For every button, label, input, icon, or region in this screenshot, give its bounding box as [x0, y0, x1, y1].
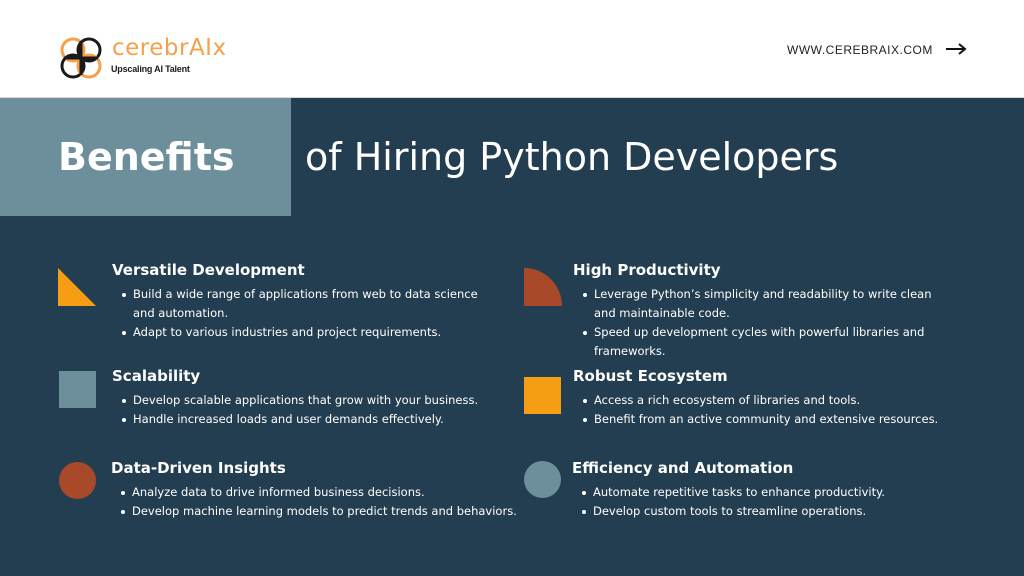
- feature-title: Efficiency and Automation: [572, 459, 794, 477]
- page-title-emphasis: Benefits: [58, 135, 235, 179]
- arrow-right-icon[interactable]: [945, 42, 967, 56]
- feature-title: Scalability: [112, 367, 201, 385]
- bullet-item: Leverage Python’s simplicity and readabi…: [573, 285, 954, 323]
- feature-bullets: Develop scalable applications that grow …: [112, 391, 512, 429]
- page-title: of Hiring Python Developers: [305, 135, 839, 179]
- feature-robust-ecosystem: Robust Ecosystem Access a rich ecosystem…: [573, 366, 993, 429]
- quarter-circle-icon: [524, 268, 562, 306]
- feature-title: Versatile Development: [112, 261, 305, 279]
- bullet-item: Access a rich ecosystem of libraries and…: [573, 391, 993, 410]
- bullet-item: Adapt to various industries and project …: [112, 323, 492, 342]
- feature-bullets: Automate repetitive tasks to enhance pro…: [572, 483, 992, 521]
- square-icon: [524, 377, 561, 414]
- triangle-icon: [58, 268, 96, 306]
- feature-bullets: Analyze data to drive informed business …: [111, 483, 531, 521]
- feature-versatile-development: Versatile Development Build a wide range…: [112, 260, 492, 342]
- brand-name[interactable]: cerebrAIx: [112, 33, 227, 63]
- bullet-item: Develop custom tools to streamline opera…: [572, 502, 992, 521]
- header: cerebrAIx Upscaling AI Talent WWW.CEREBR…: [0, 0, 1024, 98]
- circle-icon: [59, 462, 96, 499]
- feature-title: Robust Ecosystem: [573, 367, 728, 385]
- bullet-item: Develop machine learning models to predi…: [111, 502, 531, 521]
- feature-scalability: Scalability Develop scalable application…: [112, 366, 512, 429]
- website-link[interactable]: WWW.CEREBRAIX.COM: [787, 43, 933, 57]
- content-panel: Benefits of Hiring Python Developers Ver…: [0, 98, 1024, 576]
- bullet-item: Benefit from an active community and ext…: [573, 410, 993, 429]
- bullet-item: Speed up development cycles with powerfu…: [573, 323, 993, 361]
- feature-bullets: Access a rich ecosystem of libraries and…: [573, 391, 993, 429]
- brain-logo-icon: [60, 37, 102, 79]
- bullet-item: Automate repetitive tasks to enhance pro…: [572, 483, 992, 502]
- bullet-item: Analyze data to drive informed business …: [111, 483, 531, 502]
- feature-title: Data-Driven Insights: [111, 459, 286, 477]
- feature-efficiency-automation: Efficiency and Automation Automate repet…: [572, 458, 992, 521]
- feature-high-productivity: High Productivity Leverage Python’s simp…: [573, 260, 993, 361]
- feature-bullets: Leverage Python’s simplicity and readabi…: [573, 285, 993, 361]
- brand-tagline: Upscaling AI Talent: [111, 64, 190, 74]
- feature-data-driven-insights: Data-Driven Insights Analyze data to dri…: [111, 458, 531, 521]
- square-icon: [59, 371, 96, 408]
- bullet-item: Develop scalable applications that grow …: [112, 391, 512, 410]
- feature-bullets: Build a wide range of applications from …: [112, 285, 492, 342]
- feature-title: High Productivity: [573, 261, 721, 279]
- bullet-item: Handle increased loads and user demands …: [112, 410, 512, 429]
- bullet-item: Build a wide range of applications from …: [112, 285, 492, 323]
